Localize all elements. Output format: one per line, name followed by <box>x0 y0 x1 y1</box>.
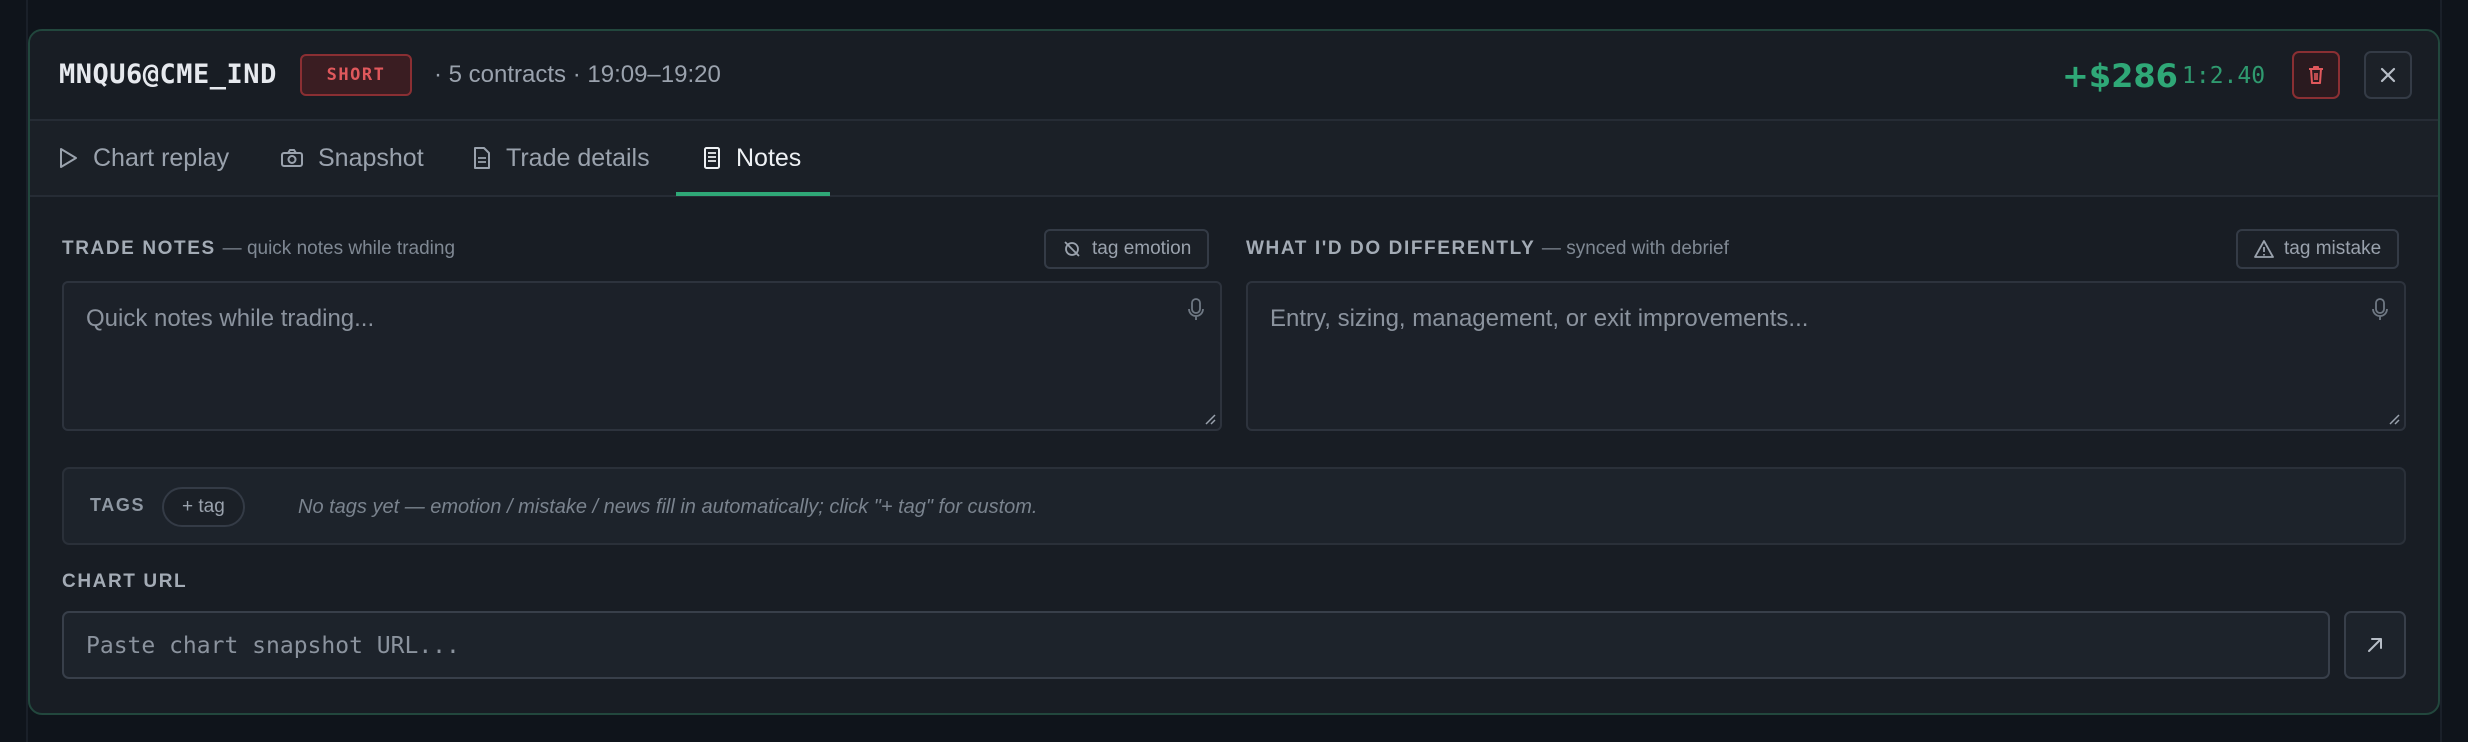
close-modal-button[interactable] <box>2364 51 2412 99</box>
chart-url-label: CHART URL <box>62 571 188 592</box>
tags-label: TAGS <box>90 495 146 515</box>
trash-icon <box>2309 66 2323 84</box>
tag-emotion-button[interactable]: tag emotion <box>1044 229 1210 269</box>
differently-heading: WHAT I'D DO DIFFERENTLY — synced with de… <box>1246 238 1729 260</box>
differently-label: WHAT I'D DO DIFFERENTLY <box>1246 238 1536 259</box>
trade-meta: · 5 contracts · 19:09–19:20 <box>434 61 721 88</box>
tab-label: Chart replay <box>93 143 230 172</box>
tag-mistake-label: tag mistake <box>2284 238 2382 259</box>
delete-trade-button[interactable] <box>2292 51 2340 99</box>
tags-bar: TAGS + tag No tags yet — emotion / mista… <box>62 467 2406 545</box>
trade-notes-textarea[interactable]: Quick notes while trading... <box>62 281 1222 431</box>
trade-notes-placeholder: Quick notes while trading... <box>86 305 375 332</box>
microphone-icon[interactable] <box>2370 297 2390 323</box>
arrow-up-right-icon <box>2368 638 2382 652</box>
side-badge: SHORT <box>300 54 412 96</box>
resize-handle-icon[interactable] <box>1202 411 1216 425</box>
tag-emotion-label: tag emotion <box>1092 238 1192 259</box>
modal-header: MNQU6@CME_IND SHORT · 5 contracts · 19:0… <box>30 31 2438 121</box>
active-tab-indicator <box>676 192 830 196</box>
pnl-value: +$286 <box>2062 57 2178 95</box>
differently-placeholder: Entry, sizing, management, or exit impro… <box>1270 305 1809 332</box>
tab-label: Snapshot <box>318 143 424 172</box>
differently-sublabel: — synced with debrief <box>1541 238 1729 259</box>
chart-url-input[interactable]: Paste chart snapshot URL... <box>62 611 2330 679</box>
add-tag-button[interactable]: + tag <box>162 487 245 527</box>
trade-detail-modal: MNQU6@CME_IND SHORT · 5 contracts · 19:0… <box>28 29 2440 715</box>
close-icon <box>2380 67 2396 83</box>
tags-empty-text: No tags yet — emotion / mistake / news f… <box>298 496 1038 518</box>
backdrop-edge-right <box>2440 0 2442 742</box>
trade-notes-label: TRADE NOTES <box>62 238 216 259</box>
trade-notes-sublabel: — quick notes while trading <box>222 238 456 259</box>
warning-icon <box>2254 240 2274 258</box>
tab-label: Notes <box>736 143 802 172</box>
tab-snapshot[interactable]: Snapshot <box>280 121 424 195</box>
tab-trade-details[interactable]: Trade details <box>472 121 650 195</box>
risk-reward-ratio: 1:2.40 <box>2182 63 2266 89</box>
tab-bar: Chart replay Snapshot Trade details Note… <box>30 121 2438 197</box>
tab-label: Trade details <box>506 143 650 172</box>
tab-notes[interactable]: Notes <box>702 121 801 195</box>
chart-url-placeholder: Paste chart snapshot URL... <box>86 633 460 659</box>
document-icon <box>474 147 490 169</box>
no-emotion-icon <box>1064 241 1080 257</box>
differently-textarea[interactable]: Entry, sizing, management, or exit impro… <box>1246 281 2406 431</box>
play-icon <box>60 148 77 168</box>
trade-notes-heading: TRADE NOTES — quick notes while trading <box>62 238 455 260</box>
tag-mistake-button[interactable]: tag mistake <box>2236 229 2400 269</box>
microphone-icon[interactable] <box>1186 297 1206 323</box>
notes-icon <box>704 147 720 169</box>
trade-symbol: MNQU6@CME_IND <box>59 59 277 90</box>
camera-icon <box>281 149 303 167</box>
tab-chart-replay[interactable]: Chart replay <box>57 121 229 195</box>
open-chart-url-button[interactable] <box>2344 611 2406 679</box>
resize-handle-icon[interactable] <box>2386 411 2400 425</box>
